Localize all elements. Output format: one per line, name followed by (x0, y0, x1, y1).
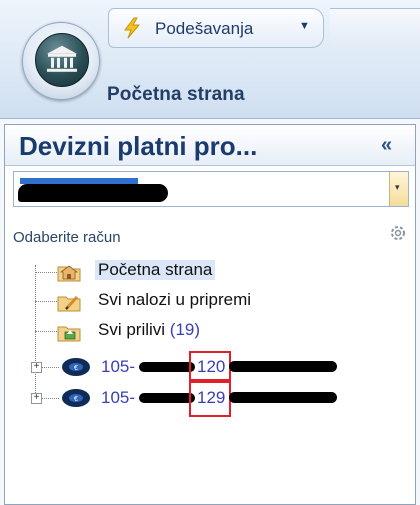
tree-line (35, 272, 57, 273)
quick-access-toolbar-strip (330, 8, 420, 47)
navigation-pane: Devizni platni pro... « ▾ Odaberite raču… (4, 124, 416, 505)
selection-highlight (20, 178, 138, 184)
tree-item-label: Početna strana (95, 260, 216, 280)
tree-item-inflows[interactable]: Svi prilivi (19) (57, 319, 257, 345)
account-number-prefix: 105- (101, 357, 136, 376)
chevron-down-icon: ▾ (395, 182, 400, 192)
inflow-count: (19) (169, 320, 201, 339)
account-item[interactable]: + € 105- 120 (29, 351, 349, 381)
settings-label: Podešavanja (155, 19, 254, 38)
select-account-label: Odaberite račun (13, 229, 121, 246)
currency-icon: € (62, 389, 90, 407)
tree-line (35, 301, 57, 302)
svg-text:€: € (74, 365, 78, 372)
edit-folder-icon (57, 295, 81, 312)
tree-item-text: Svi prilivi (98, 320, 166, 339)
application-menu-button[interactable] (22, 22, 100, 100)
highlight-box (189, 381, 231, 417)
redacted-segment (229, 361, 337, 372)
redacted-segment (229, 392, 337, 403)
redacted-segment (139, 393, 195, 403)
home-folder-icon (57, 265, 81, 282)
redacted-value (18, 184, 168, 202)
tree-item-label: Svi nalozi u pripremi (98, 290, 252, 309)
expand-icon[interactable]: + (31, 393, 42, 404)
orb-center (35, 33, 89, 87)
gear-icon[interactable] (389, 223, 407, 243)
currency-icon: € (62, 358, 90, 376)
account-combobox-value (16, 176, 168, 202)
nav-pane-title: Devizni platni pro... (19, 131, 258, 161)
account-number-prefix: 105- (101, 388, 136, 407)
expand-icon[interactable]: + (31, 362, 42, 373)
redacted-segment (139, 362, 195, 372)
highlight-box (189, 351, 231, 381)
tree-line (35, 331, 57, 332)
bank-icon (47, 45, 77, 72)
tree-item-home[interactable]: Početna strana (57, 259, 257, 285)
inbox-folder-icon (57, 326, 81, 342)
account-combobox[interactable]: ▾ (13, 171, 409, 207)
account-item[interactable]: + € 105- 129 (29, 381, 349, 417)
ribbon: Podešavanja ▼ Početna strana (0, 0, 420, 119)
nav-pane-header: Devizni platni pro... « (5, 125, 415, 166)
tree-item-drafts[interactable]: Svi nalozi u pripremi (57, 289, 317, 315)
lightning-icon (124, 17, 141, 39)
chevron-down-icon: ▼ (299, 20, 310, 32)
collapse-pane-button[interactable]: « (381, 134, 392, 157)
combobox-dropdown-button[interactable]: ▾ (389, 172, 408, 206)
tree-item-label: Svi prilivi (19) (98, 320, 200, 340)
svg-text:€: € (74, 396, 78, 403)
settings-dropdown-button[interactable]: Podešavanja ▼ (108, 8, 324, 48)
tab-home[interactable]: Početna strana (107, 84, 245, 106)
